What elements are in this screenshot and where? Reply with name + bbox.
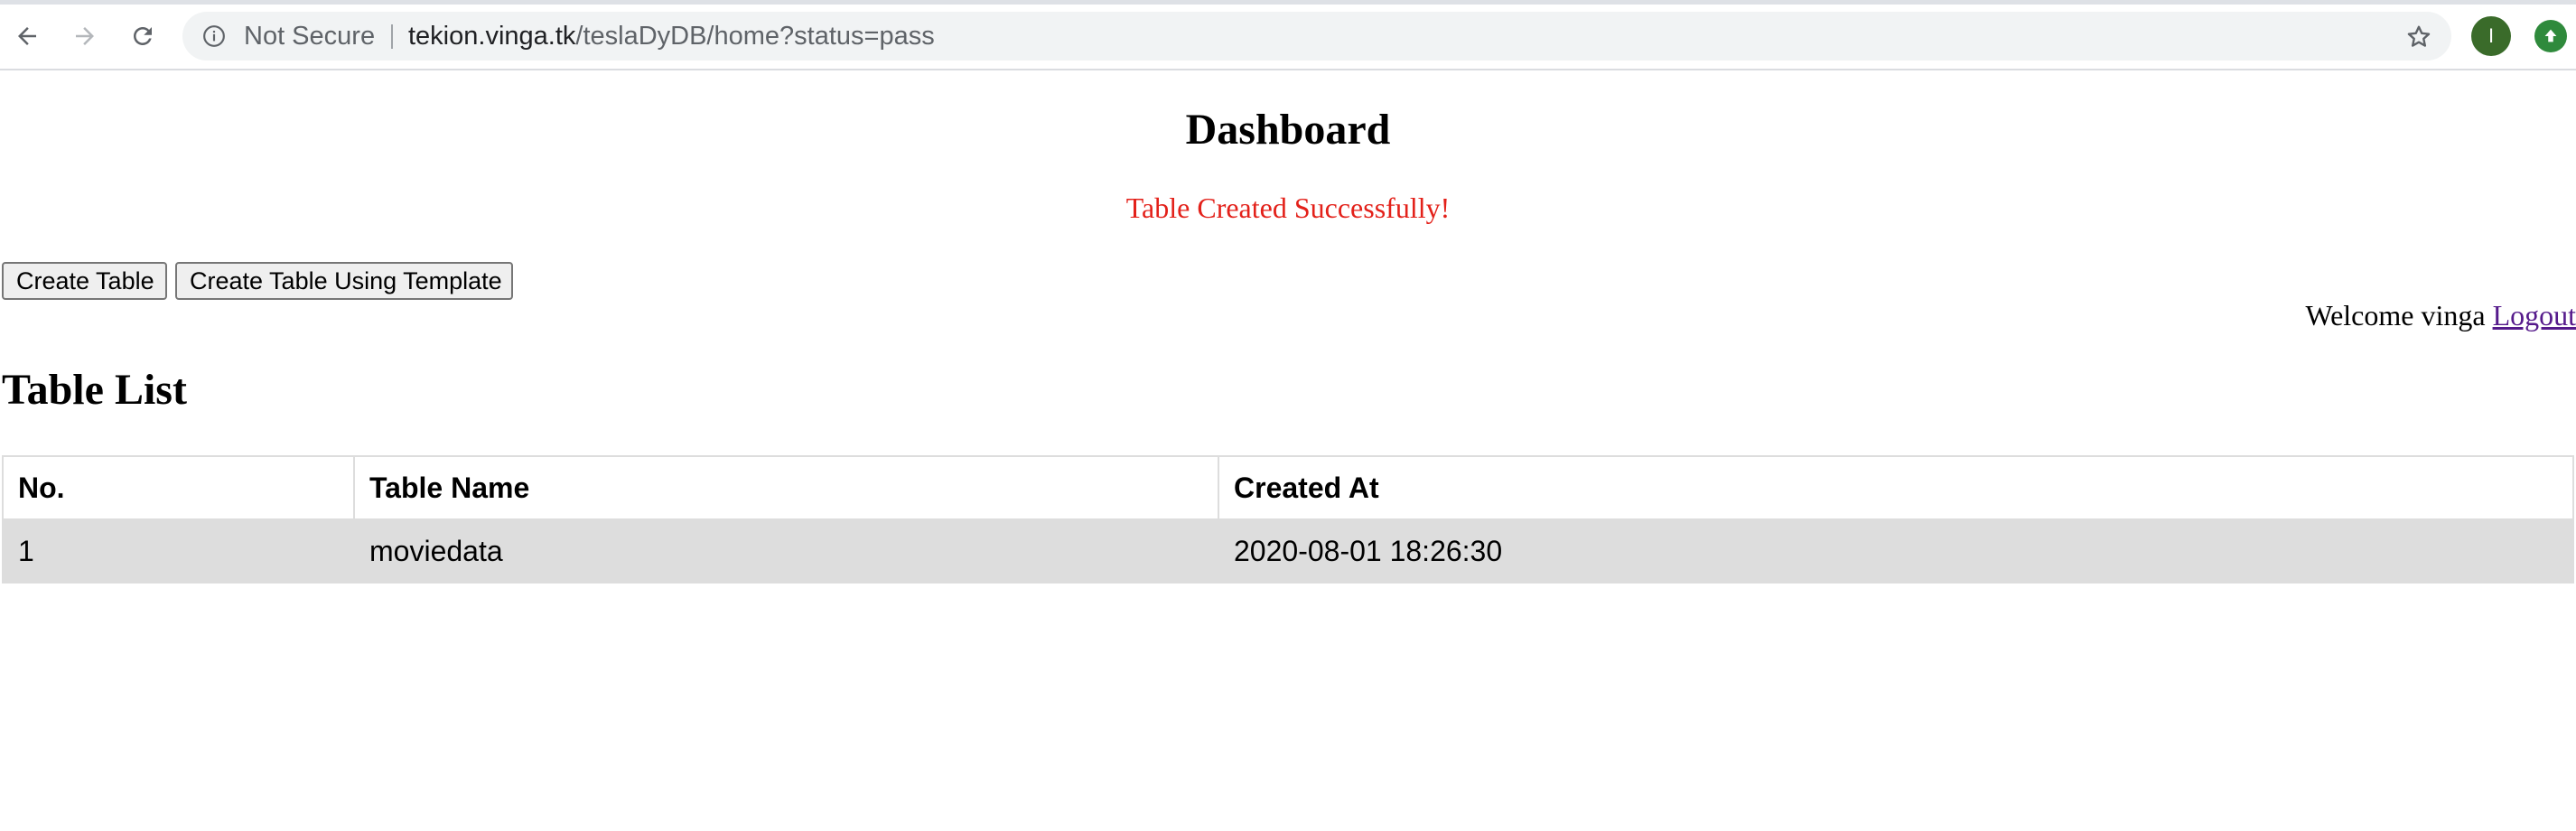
browser-toolbar: Not Secure tekion.vinga.tk/teslaDyDB/hom… (0, 0, 2576, 70)
cell-table-name: moviedata (353, 518, 1219, 584)
address-bar[interactable]: Not Secure tekion.vinga.tk/teslaDyDB/hom… (182, 12, 2451, 61)
page-content: Dashboard Table Created Successfully! Cr… (0, 72, 2576, 831)
update-icon (2544, 29, 2557, 42)
welcome-text: Welcome vinga (2305, 299, 2486, 331)
back-icon (18, 27, 36, 45)
url-path: /teslaDyDB/home?status=pass (575, 22, 935, 51)
reload-icon (134, 27, 152, 45)
column-header-table-name: Table Name (353, 455, 1219, 520)
welcome-area: Welcome vinga Logout (2305, 296, 2576, 334)
forward-icon (76, 27, 94, 45)
page-title: Dashboard (1185, 106, 1391, 154)
column-header-created-at: Created At (1218, 455, 2574, 520)
table-list: No. Table Name Created At 1 moviedata 20… (2, 455, 2574, 584)
security-label[interactable]: Not Secure (244, 12, 375, 61)
url-host: tekion.vinga.tk (408, 22, 576, 51)
status-message: Table Created Successfully! (1125, 191, 1451, 224)
reload-button[interactable] (123, 16, 163, 56)
create-table-template-button[interactable]: Create Table Using Template (175, 262, 513, 300)
column-header-number: No. (2, 455, 355, 520)
create-table-button[interactable]: Create Table (2, 262, 167, 300)
info-icon[interactable] (202, 24, 226, 48)
cell-number: 1 (2, 518, 355, 584)
table-header-row: No. Table Name Created At (2, 455, 2574, 520)
star-icon[interactable] (2404, 23, 2433, 51)
address-separator (391, 24, 393, 49)
back-button[interactable] (7, 16, 47, 56)
table-list-heading: Table List (2, 366, 187, 414)
logout-link[interactable]: Logout (2493, 299, 2576, 331)
table-row[interactable]: 1 moviedata 2020-08-01 18:26:30 (2, 518, 2574, 584)
url-text[interactable]: tekion.vinga.tk/teslaDyDB/home?status=pa… (408, 12, 935, 61)
update-button[interactable] (2534, 20, 2567, 52)
forward-button[interactable] (65, 16, 105, 56)
profile-avatar[interactable]: I (2471, 16, 2511, 56)
cell-created-at: 2020-08-01 18:26:30 (1218, 518, 2574, 584)
